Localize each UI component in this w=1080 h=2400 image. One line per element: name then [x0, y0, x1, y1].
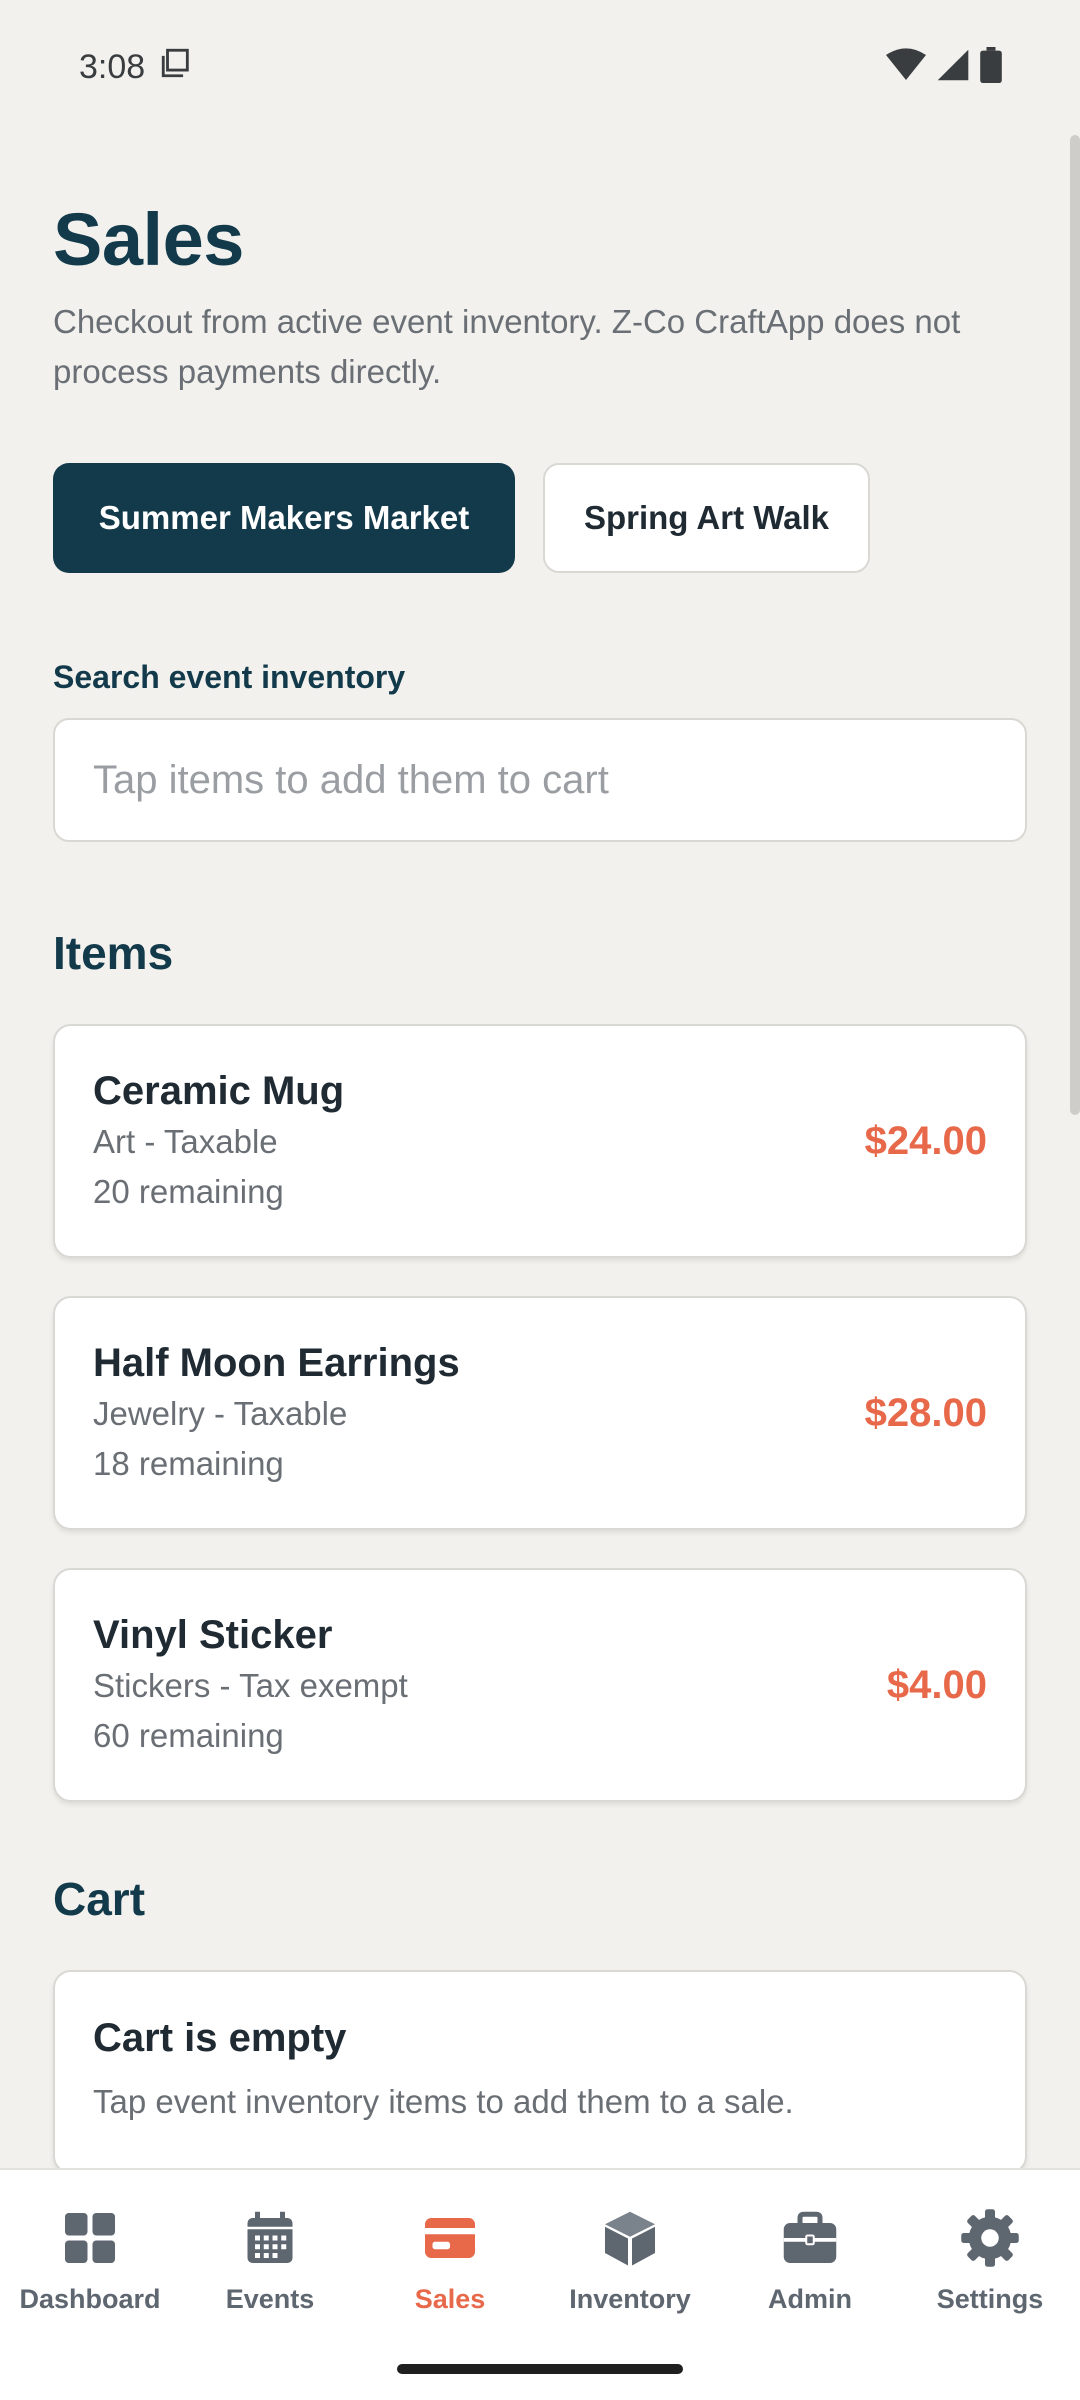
- nav-item-dashboard[interactable]: Dashboard: [5, 2206, 175, 2315]
- item-info: Ceramic Mug Art - Taxable 20 remaining: [93, 1065, 344, 1217]
- item-remaining: 18 remaining: [93, 1445, 284, 1482]
- cart-empty-text: Tap event inventory items to add them to…: [93, 2083, 794, 2120]
- items-list: Ceramic Mug Art - Taxable 20 remaining $…: [53, 1024, 1027, 1802]
- item-category: Art - Taxable: [93, 1123, 278, 1160]
- event-tab-spring-art-walk[interactable]: Spring Art Walk: [543, 463, 870, 573]
- dashboard-icon: [58, 2206, 122, 2270]
- nav-label: Events: [225, 2284, 315, 2314]
- status-time: 3:08: [79, 48, 146, 86]
- item-remaining: 20 remaining: [93, 1173, 284, 1210]
- search-input[interactable]: [53, 718, 1027, 842]
- item-name: Vinyl Sticker: [93, 1613, 333, 1657]
- nav-item-settings[interactable]: Settings: [905, 2206, 1075, 2315]
- cart-empty-title: Cart is empty: [93, 2016, 347, 2060]
- nav-label: Sales: [414, 2284, 486, 2314]
- item-price: $24.00: [864, 1118, 987, 1163]
- status-bar: 3:08: [0, 0, 1080, 135]
- event-tabs: Summer Makers Market Spring Art Walk: [53, 463, 1027, 573]
- nav-label: Admin: [768, 2284, 852, 2314]
- battery-icon: [980, 47, 1002, 88]
- home-indicator[interactable]: [397, 2364, 683, 2374]
- briefcase-icon: [778, 2206, 842, 2270]
- item-name: Half Moon Earrings: [93, 1341, 460, 1385]
- box-icon: [598, 2206, 662, 2270]
- item-card-half-moon-earrings[interactable]: Half Moon Earrings Jewelry - Taxable 18 …: [53, 1296, 1027, 1530]
- page-title: Sales: [53, 198, 244, 281]
- scrollbar[interactable]: [1070, 135, 1080, 1115]
- item-name: Ceramic Mug: [93, 1069, 345, 1113]
- signal-icon: [936, 48, 970, 87]
- wifi-icon: [886, 48, 926, 87]
- event-tab-summer-makers-market[interactable]: Summer Makers Market: [53, 463, 515, 573]
- item-category: Jewelry - Taxable: [93, 1395, 348, 1432]
- item-price: $28.00: [864, 1390, 987, 1435]
- gear-icon: [958, 2206, 1022, 2270]
- cart-empty-card: Cart is empty Tap event inventory items …: [53, 1970, 1027, 2174]
- screenshot-notification-icon: [159, 46, 193, 89]
- item-card-ceramic-mug[interactable]: Ceramic Mug Art - Taxable 20 remaining $…: [53, 1024, 1027, 1258]
- cart-section-title: Cart: [53, 1873, 146, 1925]
- nav-item-inventory[interactable]: Inventory: [545, 2206, 715, 2315]
- item-price: $4.00: [886, 1662, 987, 1707]
- nav-item-events[interactable]: Events: [185, 2206, 355, 2315]
- event-tab-label: Spring Art Walk: [583, 499, 830, 536]
- item-remaining: 60 remaining: [93, 1717, 284, 1754]
- nav-item-sales[interactable]: Sales: [365, 2206, 535, 2315]
- main-content: Sales Checkout from active event invento…: [53, 135, 1027, 2174]
- calendar-icon: [238, 2206, 302, 2270]
- item-info: Half Moon Earrings Jewelry - Taxable 18 …: [93, 1337, 460, 1489]
- nav-label: Inventory: [569, 2284, 691, 2314]
- status-icons: [886, 47, 1002, 88]
- nav-item-admin[interactable]: Admin: [725, 2206, 895, 2315]
- search-label: Search event inventory: [53, 659, 406, 695]
- credit-card-icon: [418, 2206, 482, 2270]
- status-time-group: 3:08: [79, 46, 193, 89]
- item-category: Stickers - Tax exempt: [93, 1667, 408, 1704]
- event-tab-label: Summer Makers Market: [98, 499, 470, 536]
- nav-label: Settings: [936, 2284, 1044, 2314]
- item-card-vinyl-sticker[interactable]: Vinyl Sticker Stickers - Tax exempt 60 r…: [53, 1568, 1027, 1802]
- items-section-title: Items: [53, 927, 174, 979]
- item-info: Vinyl Sticker Stickers - Tax exempt 60 r…: [93, 1609, 408, 1761]
- nav-label: Dashboard: [19, 2284, 161, 2314]
- page-subtitle: Checkout from active event inventory. Z-…: [53, 303, 961, 390]
